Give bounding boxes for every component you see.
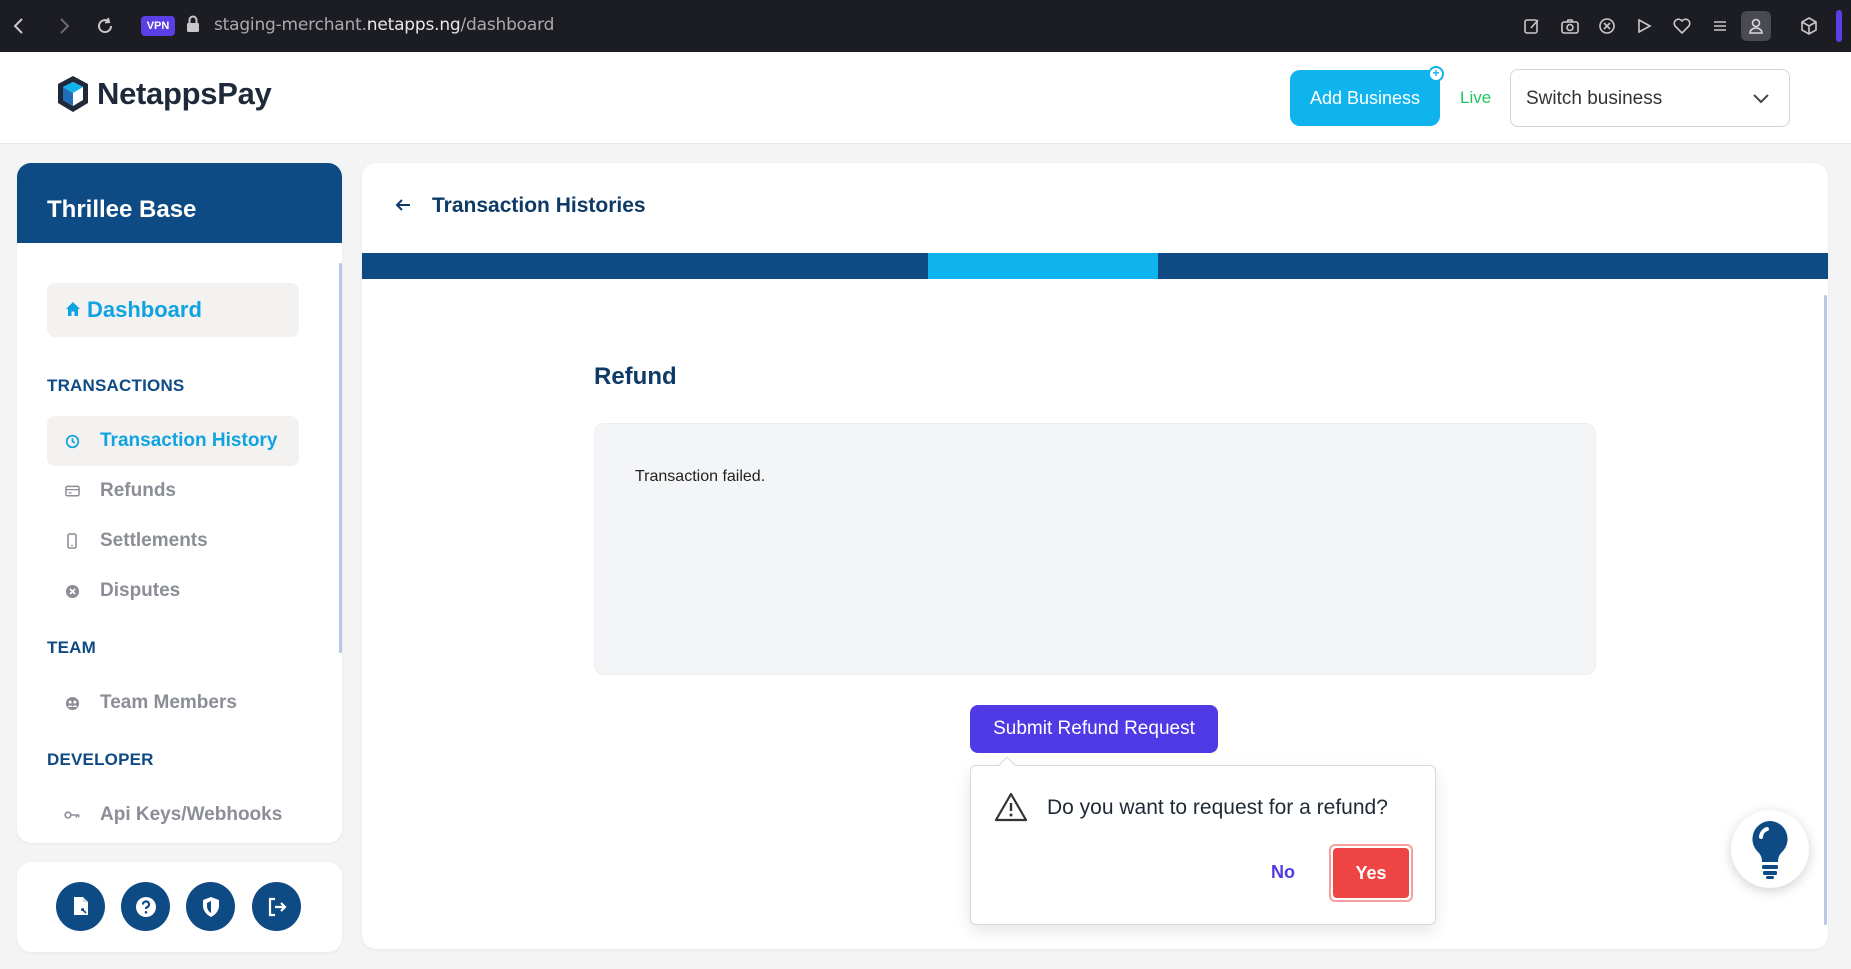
vpn-badge[interactable]: VPN [141, 16, 175, 36]
sidebar-item-label: Api Keys/Webhooks [100, 804, 283, 825]
sidebar-item-team-members[interactable]: Team Members [47, 678, 299, 728]
sidebar-item-disputes[interactable]: Disputes [47, 566, 299, 616]
card-icon [64, 483, 80, 499]
chevron-down-icon [1753, 94, 1769, 104]
sidebar-item-label: Team Members [100, 692, 237, 713]
yes-button[interactable]: Yes [1329, 844, 1413, 902]
plus-icon: + [1428, 66, 1444, 82]
history-icon [64, 433, 80, 449]
sidebar-item-label: Refunds [100, 480, 176, 501]
key-icon [64, 807, 80, 823]
no-button[interactable]: No [1271, 862, 1295, 883]
logo[interactable]: NetappsPay [55, 74, 272, 114]
switch-business-select[interactable]: Switch business [1510, 69, 1790, 127]
refund-confirm-popover: Do you want to request for a refund? No … [970, 756, 1436, 925]
refund-reason-text: Transaction failed. [635, 468, 766, 485]
main-panel: Transaction Histories Refund Transaction… [362, 163, 1828, 949]
document-icon[interactable] [56, 882, 105, 931]
sidebar-item-transaction-history[interactable]: Transaction History [47, 416, 299, 466]
logo-text: NetappsPay [97, 76, 272, 111]
logo-cube-icon [58, 76, 88, 112]
play-icon[interactable] [1632, 14, 1656, 38]
page-title: Transaction Histories [432, 194, 646, 217]
sidebar-item-label: Transaction History [100, 430, 278, 451]
refund-reason-field[interactable]: Transaction failed. [594, 423, 1596, 675]
extensions-cube-icon[interactable] [1797, 14, 1821, 38]
popover-arrow [998, 756, 1016, 774]
sidebar-edge-indicator [1836, 10, 1842, 42]
section-developer: DEVELOPER [47, 750, 154, 769]
adblock-icon[interactable] [1595, 14, 1619, 38]
section-team: TEAM [47, 638, 96, 657]
help-icon[interactable] [121, 882, 170, 931]
edit-icon[interactable] [1520, 14, 1544, 38]
shield-icon[interactable] [186, 882, 235, 931]
url-prefix: staging-merchant. [214, 15, 367, 35]
sidebar-item-dashboard[interactable]: Dashboard [47, 283, 299, 337]
url-domain: netapps.ng [366, 15, 461, 35]
menu-lines-icon[interactable] [1708, 14, 1732, 38]
help-lightbulb-button[interactable] [1731, 810, 1809, 888]
tab-strip [362, 253, 1828, 279]
heart-icon[interactable] [1670, 14, 1694, 38]
active-tab-indicator[interactable] [928, 253, 1158, 279]
live-mode-label[interactable]: Live [1460, 88, 1491, 108]
add-business-button[interactable]: Add Business [1290, 70, 1440, 126]
warning-icon [994, 792, 1028, 822]
forward-nav-icon[interactable] [52, 13, 78, 39]
main-scrollbar[interactable] [1824, 295, 1827, 925]
sidebar-item-refunds[interactable]: Refunds [47, 466, 299, 516]
app-header: NetappsPay Add Business + Live Switch bu… [0, 52, 1851, 144]
browser-toolbar: VPN staging-merchant.netapps.ng/dashboar… [0, 0, 1851, 52]
phone-icon [64, 533, 80, 549]
logout-icon[interactable] [252, 882, 301, 931]
camera-icon[interactable] [1558, 14, 1582, 38]
refund-heading: Refund [594, 363, 677, 390]
switch-business-placeholder: Switch business [1526, 88, 1663, 109]
lock-icon [186, 15, 200, 35]
dashboard-label: Dashboard [87, 297, 202, 322]
back-nav-icon[interactable] [5, 13, 31, 39]
reload-icon[interactable] [92, 13, 118, 39]
x-circle-icon [64, 583, 80, 599]
sidebar-item-api-keys[interactable]: Api Keys/Webhooks [47, 790, 299, 840]
section-transactions: TRANSACTIONS [47, 376, 185, 395]
sidebar: Thrillee Base Dashboard TRANSACTIONS Tra… [17, 163, 342, 843]
sidebar-utility-bar [17, 862, 342, 952]
url-path: /dashboard [460, 15, 555, 35]
sidebar-item-settlements[interactable]: Settlements [47, 516, 299, 566]
sidebar-item-label: Settlements [100, 530, 208, 551]
back-arrow-icon[interactable] [393, 195, 413, 215]
confirm-message: Do you want to request for a refund? [1047, 796, 1388, 819]
submit-refund-button[interactable]: Submit Refund Request [970, 705, 1218, 753]
profile-icon[interactable] [1741, 11, 1771, 41]
yes-button-label: Yes [1333, 848, 1409, 898]
home-icon [65, 297, 81, 323]
sidebar-item-label: Disputes [100, 580, 181, 601]
business-name: Thrillee Base [17, 163, 342, 243]
team-icon [64, 695, 80, 711]
sidebar-scrollbar[interactable] [339, 263, 342, 653]
address-bar[interactable]: staging-merchant.netapps.ng/dashboard [214, 15, 554, 35]
lightbulb-icon [1752, 821, 1788, 879]
